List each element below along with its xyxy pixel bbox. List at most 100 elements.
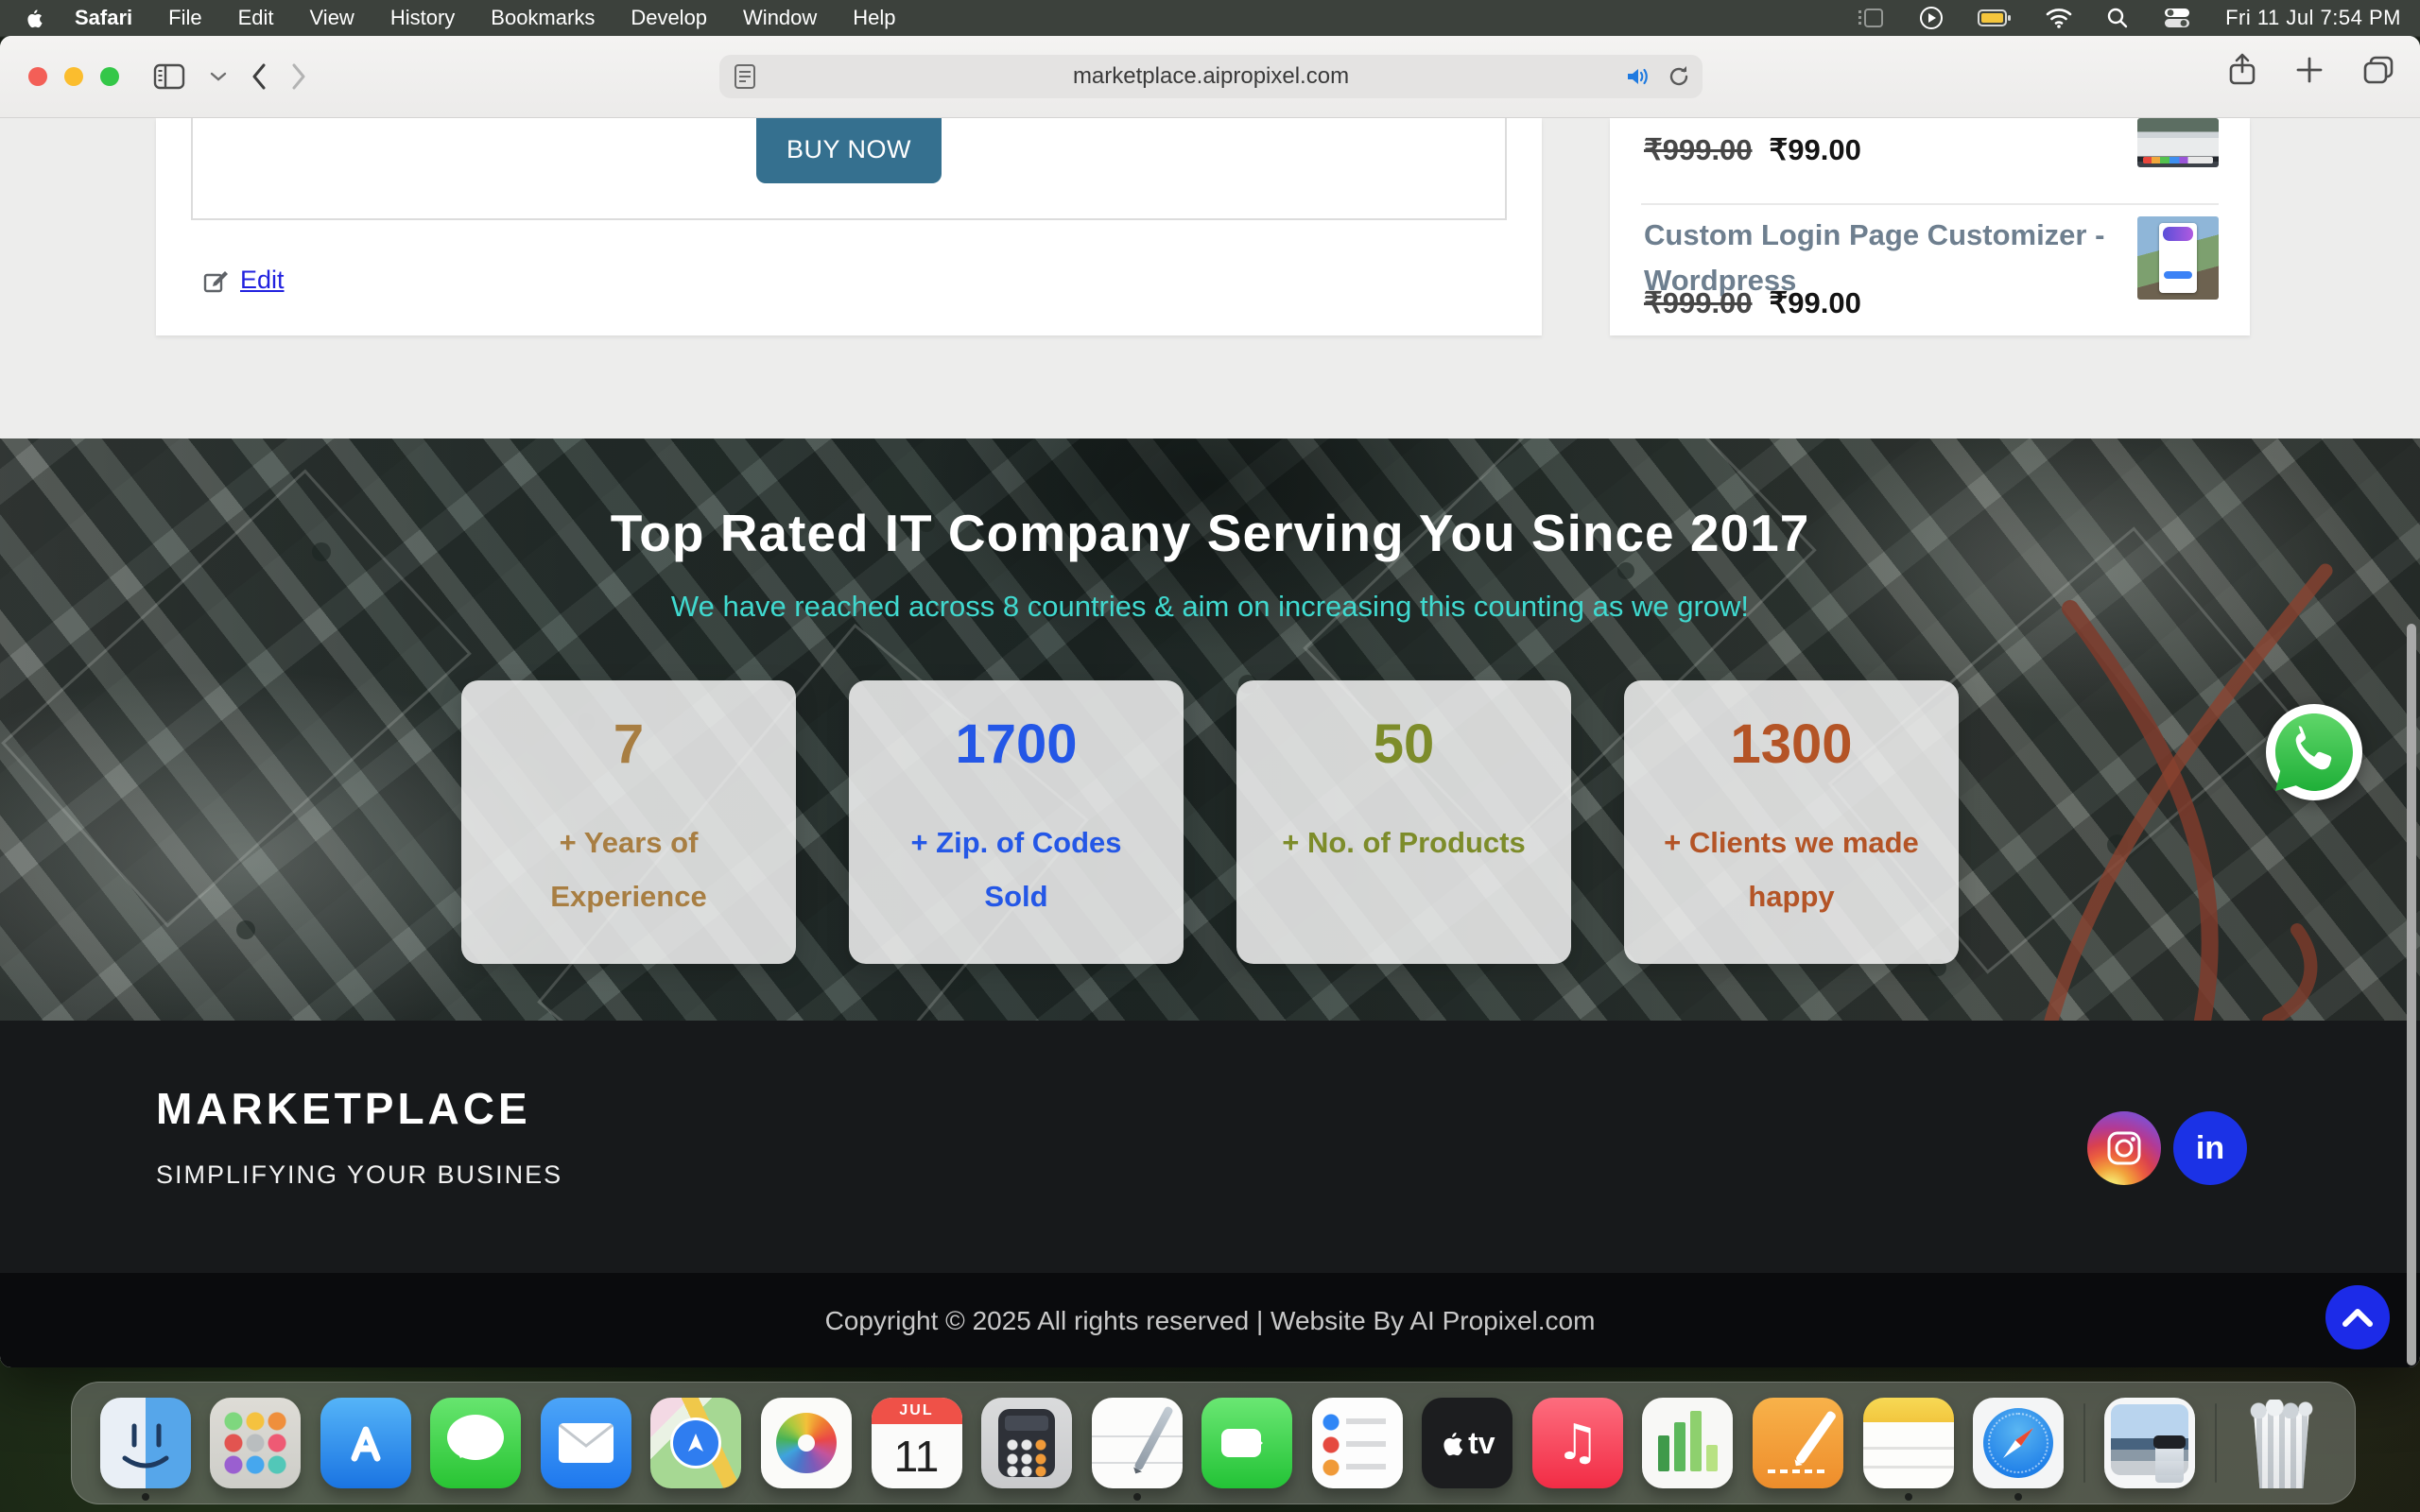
stat-value: 7	[488, 713, 769, 776]
url-text: marketplace.aipropixel.com	[1073, 63, 1349, 90]
footer-tagline: SIMPLIFYING YOUR BUSINES	[156, 1160, 562, 1190]
menu-develop[interactable]: Develop	[613, 0, 725, 36]
menu-clock[interactable]: Fri 11 Jul 7:54 PM	[2225, 6, 2401, 30]
dock-notes-icon[interactable]	[1863, 1398, 1954, 1488]
copyright-text: Copyright © 2025 All rights reserved | W…	[825, 1306, 1596, 1336]
dock: JUL 11 tv	[71, 1382, 2356, 1504]
instagram-icon[interactable]	[2087, 1111, 2161, 1185]
dock-facetime-icon[interactable]	[1201, 1398, 1292, 1488]
product-detail-border-box: BUY NOW	[191, 118, 1507, 220]
product-1-prices: ₹999.00 ₹99.00	[1644, 133, 1861, 167]
menu-window[interactable]: Window	[725, 0, 835, 36]
video-camera-icon	[1221, 1429, 1261, 1457]
close-window-button[interactable]	[28, 67, 47, 86]
dock-messages-icon[interactable]	[430, 1398, 521, 1488]
spotlight-search-icon[interactable]	[2106, 7, 2129, 29]
toolbar-right-controls	[2227, 53, 2395, 87]
dock-calendar-icon[interactable]: JUL 11	[872, 1398, 962, 1488]
menu-help[interactable]: Help	[835, 0, 913, 36]
control-center-icon[interactable]	[2163, 7, 2191, 29]
minimize-window-button[interactable]	[64, 67, 83, 86]
back-button-icon[interactable]	[251, 63, 267, 90]
buy-now-button[interactable]: BUY NOW	[756, 118, 942, 183]
new-tab-icon[interactable]	[2295, 56, 2324, 84]
dock-numbers-icon[interactable]	[1642, 1398, 1733, 1488]
speech-bubble-icon	[447, 1415, 504, 1460]
product-detail-card: BUY NOW Edit	[156, 118, 1542, 335]
menu-view[interactable]: View	[292, 0, 372, 36]
safari-toolbar: marketplace.aipropixel.com	[0, 36, 2420, 118]
dock-pages-icon[interactable]	[1753, 1398, 1843, 1488]
battery-icon[interactable]	[1978, 9, 2012, 27]
dock-music-icon[interactable]	[1532, 1398, 1623, 1488]
window-controls	[28, 67, 119, 86]
stats-row: 7 + Years of Experience 1700 + Zip. of C…	[0, 680, 2420, 964]
menu-bookmarks[interactable]: Bookmarks	[473, 0, 613, 36]
dock-app-store-icon[interactable]	[320, 1398, 411, 1488]
whatsapp-chat-button[interactable]	[2265, 703, 2363, 801]
wifi-icon[interactable]	[2046, 8, 2072, 28]
login-preview	[2159, 223, 2197, 293]
dock-safari-icon[interactable]	[1973, 1398, 2064, 1488]
address-bar[interactable]: marketplace.aipropixel.com	[719, 55, 1703, 98]
menu-safari[interactable]: Safari	[57, 0, 150, 36]
menu-history[interactable]: History	[372, 0, 473, 36]
share-icon[interactable]	[2227, 53, 2257, 87]
linkedin-icon[interactable]: in	[2173, 1111, 2247, 1185]
forward-button-icon[interactable]	[291, 63, 306, 90]
dock-finder-icon[interactable]	[100, 1398, 191, 1488]
site-footer: MARKETPLACE SIMPLIFYING YOUR BUSINES in	[0, 1021, 2420, 1273]
dock-photos-icon[interactable]	[761, 1398, 852, 1488]
scroll-to-top-button[interactable]	[2325, 1285, 2390, 1349]
stat-label: + Zip. of Codes Sold	[875, 816, 1157, 924]
dock-textedit-icon[interactable]	[1092, 1398, 1183, 1488]
product-2-thumbnail[interactable]	[2137, 216, 2219, 300]
navigation-arrow-icon	[670, 1418, 721, 1469]
product-1-thumbnail[interactable]	[2137, 118, 2219, 167]
dock-maps-icon[interactable]	[650, 1398, 741, 1488]
trash-can-icon	[2251, 1411, 2311, 1488]
copyright-bar: Copyright © 2025 All rights reserved | W…	[0, 1273, 2420, 1367]
edit-link[interactable]: Edit	[202, 266, 285, 295]
chevron-up-icon	[2342, 1307, 2374, 1328]
zoom-window-button[interactable]	[100, 67, 119, 86]
related-products-card: ₹999.00 ₹99.00 Custom Login Page Customi…	[1610, 118, 2250, 335]
scrollbar-thumb[interactable]	[2407, 624, 2416, 1366]
reader-view-icon[interactable]	[733, 63, 757, 90]
stage-manager-icon[interactable]	[1857, 7, 1885, 29]
dock-trash-icon[interactable]	[2236, 1398, 2326, 1488]
tab-overview-icon[interactable]	[2361, 55, 2395, 85]
menu-file[interactable]: File	[150, 0, 219, 36]
stat-value: 1700	[875, 713, 1157, 776]
sidebar-chevron-icon[interactable]	[210, 71, 227, 82]
dock-divider	[2083, 1403, 2085, 1483]
edit-pencil-icon	[202, 267, 229, 294]
calculator-body-icon	[998, 1409, 1055, 1477]
reload-icon[interactable]	[1667, 63, 1691, 90]
dock-calculator-icon[interactable]	[981, 1398, 1072, 1488]
stat-label: + No. of Products	[1263, 816, 1545, 869]
mute-audio-icon[interactable]	[1625, 64, 1651, 89]
dock-divider	[2215, 1403, 2217, 1483]
dock-mail-icon[interactable]	[541, 1398, 631, 1488]
footer-brand: MARKETPLACE	[156, 1083, 531, 1134]
dock-screenshot-preview[interactable]	[2104, 1398, 2195, 1488]
apple-menu-icon[interactable]	[0, 7, 57, 29]
stat-label: + Clients we made happy	[1651, 816, 1932, 924]
sidebar-toggle-icon[interactable]	[153, 62, 185, 91]
menu-edit[interactable]: Edit	[220, 0, 292, 36]
stat-label: + Years of Experience	[488, 816, 769, 924]
compass-icon	[1983, 1408, 2053, 1478]
crumpled-paper-icon	[2249, 1400, 2313, 1418]
now-playing-icon[interactable]	[1919, 6, 1944, 30]
dock-launchpad-icon[interactable]	[210, 1398, 301, 1488]
stat-card-products: 50 + No. of Products	[1236, 680, 1571, 964]
dock-apple-tv-icon[interactable]: tv	[1422, 1398, 1512, 1488]
pen-icon	[1795, 1410, 1838, 1465]
menu-status-cluster: Fri 11 Jul 7:54 PM	[1857, 6, 2420, 30]
writing-line	[1768, 1469, 1828, 1473]
dock-reminders-icon[interactable]	[1312, 1398, 1403, 1488]
menu-bar: Safari File Edit View History Bookmarks …	[0, 0, 2420, 36]
social-links: in	[2087, 1111, 2247, 1185]
product-divider	[1641, 203, 2219, 205]
